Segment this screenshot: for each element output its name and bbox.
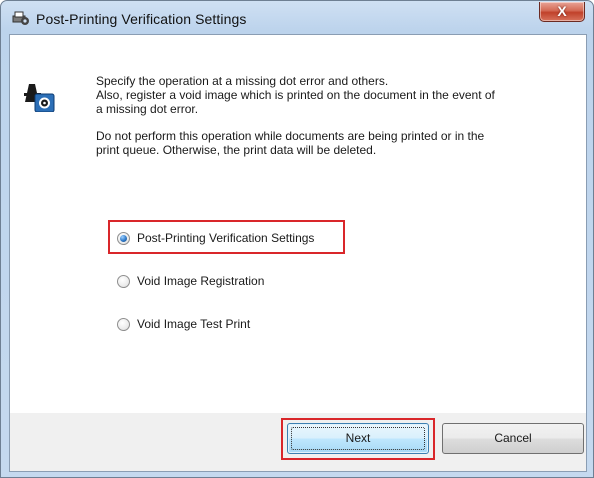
focus-rect: [291, 427, 425, 450]
option-void-image-registration[interactable]: Void Image Registration: [117, 273, 264, 289]
radio-unselected-icon[interactable]: [117, 317, 130, 331]
cancel-button[interactable]: Cancel: [442, 423, 584, 454]
radio-unselected-icon[interactable]: [117, 274, 130, 288]
cancel-button-label: Cancel: [494, 431, 532, 445]
dialog-content: Specify the operation at a missing dot e…: [9, 34, 587, 472]
next-button[interactable]: Next: [287, 423, 429, 454]
close-icon: X: [557, 3, 567, 19]
option-label: Void Image Registration: [137, 274, 265, 288]
radio-selected-icon[interactable]: [117, 231, 130, 245]
option-label: Post-Printing Verification Settings: [137, 231, 315, 245]
printer-gear-icon: [24, 84, 55, 112]
dialog-window: Post-Printing Verification Settings X Sp…: [0, 0, 594, 478]
option-label: Void Image Test Print: [137, 317, 251, 331]
option-void-image-test-print[interactable]: Void Image Test Print: [117, 316, 250, 332]
description-text: Specify the operation at a missing dot e…: [96, 74, 566, 170]
description-paragraph-1: Specify the operation at a missing dot e…: [96, 74, 495, 116]
printer-settings-icon: [12, 11, 29, 25]
window-title: Post-Printing Verification Settings: [36, 11, 247, 27]
title-bar[interactable]: Post-Printing Verification Settings X: [1, 1, 593, 35]
description-paragraph-2: Do not perform this operation while docu…: [96, 129, 485, 157]
option-post-printing-verification[interactable]: Post-Printing Verification Settings: [117, 230, 314, 246]
close-button[interactable]: X: [539, 2, 585, 22]
